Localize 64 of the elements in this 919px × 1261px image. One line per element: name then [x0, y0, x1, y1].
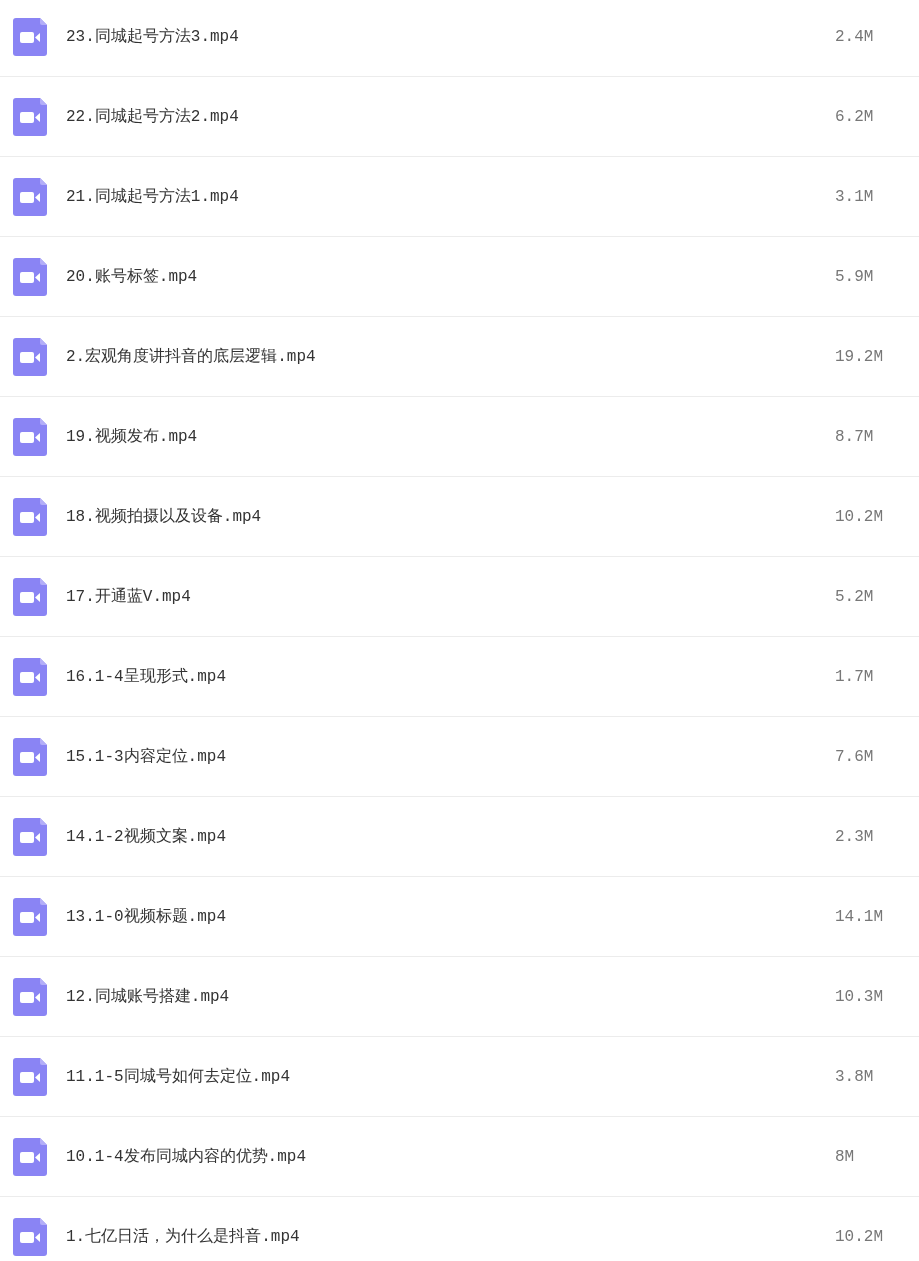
file-row[interactable]: 2.宏观角度讲抖音的底层逻辑.mp4 19.2M: [0, 317, 919, 397]
file-name: 17.开通蓝V.mp4: [66, 586, 191, 608]
video-file-icon: [13, 817, 47, 856]
file-name: 12.同城账号搭建.mp4: [66, 986, 230, 1008]
file-name: 23.同城起号方法3.mp4: [66, 26, 239, 48]
video-file-icon: [13, 577, 47, 616]
file-row[interactable]: 22.同城起号方法2.mp4 6.2M: [0, 77, 919, 157]
file-size: 10.3M: [835, 986, 883, 1008]
file-name: 19.视频发布.mp4: [66, 426, 198, 448]
file-size: 7.6M: [835, 746, 874, 768]
file-size: 8.7M: [835, 426, 874, 448]
file-row[interactable]: 13.1-0视频标题.mp4 14.1M: [0, 877, 919, 957]
file-size: 10.2M: [835, 1226, 883, 1248]
file-size: 19.2M: [835, 346, 883, 368]
file-row[interactable]: 11.1-5同城号如何去定位.mp4 3.8M: [0, 1037, 919, 1117]
file-name: 2.宏观角度讲抖音的底层逻辑.mp4: [66, 346, 316, 368]
video-file-icon: [13, 737, 47, 776]
file-row[interactable]: 19.视频发布.mp4 8.7M: [0, 397, 919, 477]
file-row[interactable]: 1.七亿日活，为什么是抖音.mp4 10.2M: [0, 1197, 919, 1261]
file-name: 21.同城起号方法1.mp4: [66, 186, 239, 208]
file-row[interactable]: 23.同城起号方法3.mp4 2.4M: [0, 0, 919, 77]
video-file-icon: [13, 257, 47, 296]
video-file-icon: [13, 1217, 47, 1256]
video-file-icon: [13, 17, 47, 56]
file-name: 11.1-5同城号如何去定位.mp4: [66, 1066, 290, 1088]
file-size: 5.9M: [835, 266, 874, 288]
file-size: 8M: [835, 1146, 855, 1168]
file-size: 2.4M: [835, 26, 874, 48]
file-size: 6.2M: [835, 106, 874, 128]
file-size: 3.1M: [835, 186, 874, 208]
file-name: 16.1-4呈现形式.mp4: [66, 666, 226, 688]
file-row[interactable]: 16.1-4呈现形式.mp4 1.7M: [0, 637, 919, 717]
file-name: 15.1-3内容定位.mp4: [66, 746, 226, 768]
file-name: 22.同城起号方法2.mp4: [66, 106, 239, 128]
file-name: 20.账号标签.mp4: [66, 266, 198, 288]
file-name: 18.视频拍摄以及设备.mp4: [66, 506, 262, 528]
video-file-icon: [13, 977, 47, 1016]
video-file-icon: [13, 337, 47, 376]
file-size: 3.8M: [835, 1066, 874, 1088]
file-name: 14.1-2视频文案.mp4: [66, 826, 226, 848]
file-row[interactable]: 12.同城账号搭建.mp4 10.3M: [0, 957, 919, 1037]
file-row[interactable]: 21.同城起号方法1.mp4 3.1M: [0, 157, 919, 237]
video-file-icon: [13, 417, 47, 456]
file-row[interactable]: 15.1-3内容定位.mp4 7.6M: [0, 717, 919, 797]
file-name: 1.七亿日活，为什么是抖音.mp4: [66, 1226, 300, 1248]
video-file-icon: [13, 897, 47, 936]
file-row[interactable]: 10.1-4发布同城内容的优势.mp4 8M: [0, 1117, 919, 1197]
video-file-icon: [13, 1057, 47, 1096]
video-file-icon: [13, 1137, 47, 1176]
video-file-icon: [13, 497, 47, 536]
file-row[interactable]: 18.视频拍摄以及设备.mp4 10.2M: [0, 477, 919, 557]
file-size: 2.3M: [835, 826, 874, 848]
file-name: 10.1-4发布同城内容的优势.mp4: [66, 1146, 306, 1168]
video-file-icon: [13, 177, 47, 216]
video-file-icon: [13, 657, 47, 696]
file-size: 14.1M: [835, 906, 883, 928]
file-row[interactable]: 17.开通蓝V.mp4 5.2M: [0, 557, 919, 637]
file-size: 5.2M: [835, 586, 874, 608]
file-row[interactable]: 20.账号标签.mp4 5.9M: [0, 237, 919, 317]
file-row[interactable]: 14.1-2视频文案.mp4 2.3M: [0, 797, 919, 877]
file-name: 13.1-0视频标题.mp4: [66, 906, 226, 928]
file-size: 1.7M: [835, 666, 874, 688]
video-file-icon: [13, 97, 47, 136]
file-size: 10.2M: [835, 506, 883, 528]
